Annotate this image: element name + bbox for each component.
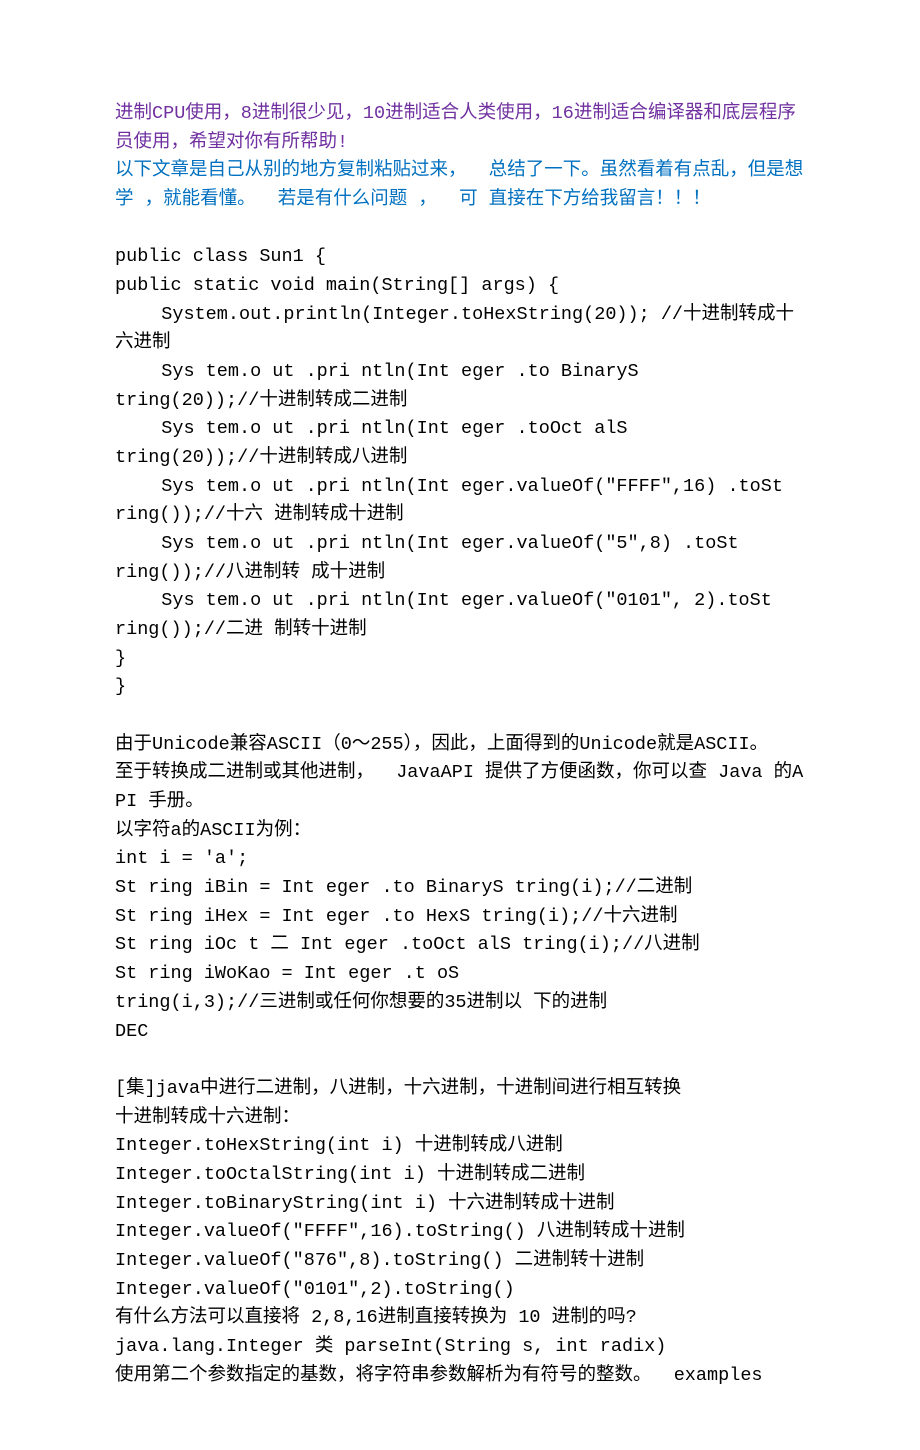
text-line: java.lang.Integer 类 parseInt(String s, i… xyxy=(115,1333,805,1362)
text-line: int i = 'a'; xyxy=(115,845,805,874)
text-line: [集]java中进行二进制，八进制，十六进制，十进制间进行相互转换 xyxy=(115,1075,805,1104)
blank-line xyxy=(115,215,805,244)
text-line: 十进制转成十六进制： xyxy=(115,1104,805,1133)
text-line: St ring iBin = Int eger .to BinaryS trin… xyxy=(115,874,805,903)
text-line: } xyxy=(115,645,805,674)
text-line: public class Sun1 { xyxy=(115,243,805,272)
text-line: Sys tem.o ut .pri ntln(Int eger.valueOf(… xyxy=(115,530,805,559)
blank-line xyxy=(115,1046,805,1075)
text-line: Sys tem.o ut .pri ntln(Int eger .to Bina… xyxy=(115,358,805,387)
document-page: 进制CPU使用，8进制很少见，10进制适合人类使用，16进制适合编译器和底层程序… xyxy=(0,0,920,1450)
text-line: tring(20));//十进制转成八进制 xyxy=(115,444,805,473)
text-line: 进制CPU使用，8进制很少见，10进制适合人类使用，16进制适合编译器和底层程序… xyxy=(115,100,805,157)
text-line: 以下文章是自己从别的地方复制粘贴过来， 总结了一下。虽然看着有点乱，但是想学 ，… xyxy=(115,157,805,214)
text-line: } xyxy=(115,673,805,702)
text-line: Integer.toBinaryString(int i) 十六进制转成十进制 xyxy=(115,1190,805,1219)
text-line: 至于转换成二进制或其他进制， JavaAPI 提供了方便函数，你可以查 Java… xyxy=(115,759,805,816)
text-line: ring());//十六 进制转成十进制 xyxy=(115,501,805,530)
text-line: 使用第二个参数指定的基数，将字符串参数解析为有符号的整数。 examples xyxy=(115,1362,805,1391)
text-line: Sys tem.o ut .pri ntln(Int eger .toOct a… xyxy=(115,415,805,444)
text-line: Integer.valueOf("0101",2).toString() xyxy=(115,1276,805,1305)
text-line: tring(20));//十进制转成二进制 xyxy=(115,387,805,416)
text-line: 有什么方法可以直接将 2,8,16进制直接转换为 10 进制的吗? xyxy=(115,1304,805,1333)
blank-line xyxy=(115,702,805,731)
text-line: Integer.valueOf("876",8).toString() 二进制转… xyxy=(115,1247,805,1276)
text-line: Integer.valueOf("FFFF",16).toString() 八进… xyxy=(115,1218,805,1247)
text-line: public static void main(String[] args) { xyxy=(115,272,805,301)
text-line: Sys tem.o ut .pri ntln(Int eger.valueOf(… xyxy=(115,473,805,502)
text-line: tring(i,3);//三进制或任何你想要的35进制以 下的进制 xyxy=(115,989,805,1018)
text-line: ring());//二进 制转十进制 xyxy=(115,616,805,645)
text-line: System.out.println(Integer.toHexString(2… xyxy=(115,301,805,358)
text-line: St ring iOc t 二 Int eger .toOct alS trin… xyxy=(115,931,805,960)
text-line: 由于Unicode兼容ASCII（0〜255），因此，上面得到的Unicode就… xyxy=(115,731,805,760)
text-line: Sys tem.o ut .pri ntln(Int eger.valueOf(… xyxy=(115,587,805,616)
text-line: DEC xyxy=(115,1018,805,1047)
text-line: St ring iWoKao = Int eger .t oS xyxy=(115,960,805,989)
text-line: St ring iHex = Int eger .to HexS tring(i… xyxy=(115,903,805,932)
text-line: ring());//八进制转 成十进制 xyxy=(115,559,805,588)
text-line: 以字符a的ASCII为例： xyxy=(115,817,805,846)
text-line: Integer.toHexString(int i) 十进制转成八进制 xyxy=(115,1132,805,1161)
text-line: Integer.toOctalString(int i) 十进制转成二进制 xyxy=(115,1161,805,1190)
